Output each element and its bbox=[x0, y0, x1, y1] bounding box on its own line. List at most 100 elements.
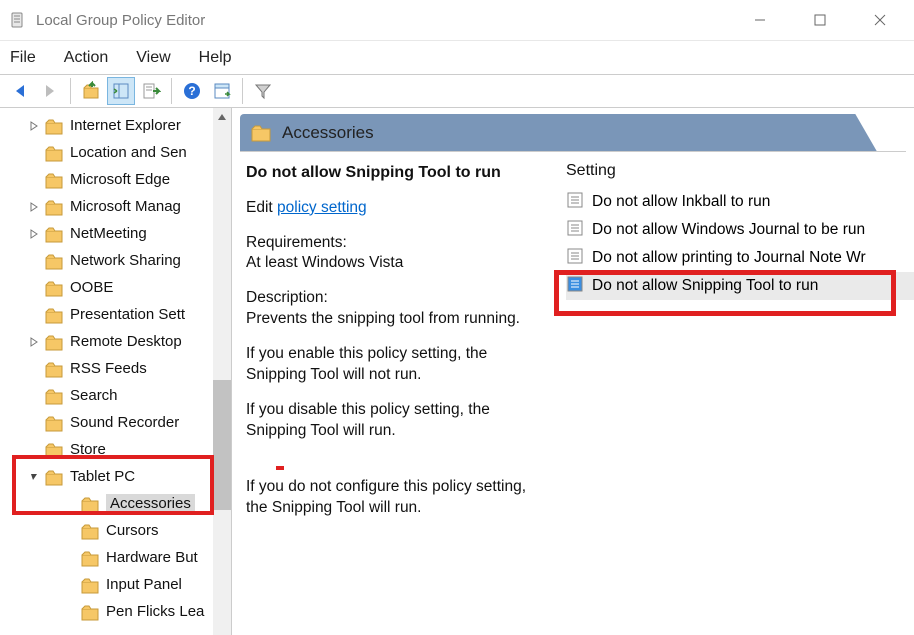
separator bbox=[242, 78, 243, 104]
expander-icon[interactable] bbox=[26, 199, 42, 215]
show-hide-tree-button[interactable] bbox=[107, 77, 135, 105]
tree-item-label: Sound Recorder bbox=[70, 414, 179, 431]
folder-icon bbox=[44, 170, 64, 190]
cursor-indicator bbox=[276, 466, 284, 470]
tree-item[interactable]: Location and Sen bbox=[0, 139, 231, 166]
setting-row[interactable]: Do not allow Snipping Tool to run bbox=[566, 272, 914, 300]
folder-icon bbox=[44, 359, 64, 379]
folder-icon bbox=[44, 440, 64, 460]
tree-item[interactable]: Network Sharing bbox=[0, 247, 231, 274]
minimize-button[interactable] bbox=[730, 0, 790, 40]
setting-row[interactable]: Do not allow Windows Journal to be run bbox=[566, 216, 914, 244]
desc-text: If you disable this policy setting, the … bbox=[246, 400, 550, 442]
tree-item[interactable]: Internet Explorer bbox=[0, 112, 231, 139]
up-one-level-button[interactable] bbox=[77, 77, 105, 105]
column-header-setting[interactable]: Setting bbox=[566, 162, 914, 188]
tree-item-label: Tablet PC bbox=[70, 468, 135, 485]
edit-prefix: Edit bbox=[246, 199, 273, 216]
tree-item-label: Network Sharing bbox=[70, 252, 181, 269]
tree-item[interactable]: Microsoft Edge bbox=[0, 166, 231, 193]
tree-item-label: OOBE bbox=[70, 279, 113, 296]
svg-text:?: ? bbox=[188, 84, 195, 98]
expander-icon[interactable] bbox=[26, 226, 42, 242]
tree-item-label: Microsoft Manag bbox=[70, 198, 181, 215]
menu-action[interactable]: Action bbox=[64, 49, 108, 67]
forward-button[interactable] bbox=[36, 77, 64, 105]
tree-item[interactable]: Pen Flicks Lea bbox=[0, 598, 231, 625]
expander-icon[interactable] bbox=[26, 469, 42, 485]
tree-item[interactable]: Presentation Sett bbox=[0, 301, 231, 328]
expander-icon[interactable] bbox=[26, 361, 42, 377]
desc-text: Prevents the snipping tool from running. bbox=[246, 310, 520, 327]
setting-row[interactable]: Do not allow printing to Journal Note Wr bbox=[566, 244, 914, 272]
tree-item[interactable]: Remote Desktop bbox=[0, 328, 231, 355]
tree-item-label: Remote Desktop bbox=[70, 333, 182, 350]
folder-icon bbox=[44, 116, 64, 136]
edit-policy-link[interactable]: policy setting bbox=[277, 199, 367, 216]
folder-icon bbox=[44, 197, 64, 217]
setting-label: Do not allow Snipping Tool to run bbox=[592, 277, 818, 295]
tree-item-label: RSS Feeds bbox=[70, 360, 147, 377]
expander-icon[interactable] bbox=[26, 145, 42, 161]
folder-icon bbox=[80, 602, 100, 622]
tree-item-label: Store bbox=[70, 441, 106, 458]
tree-item[interactable]: NetMeeting bbox=[0, 220, 231, 247]
tree-item-label: Input Panel bbox=[106, 576, 182, 593]
scroll-thumb[interactable] bbox=[213, 380, 231, 510]
expander-icon[interactable] bbox=[26, 415, 42, 431]
expander-icon[interactable] bbox=[26, 442, 42, 458]
tree-item[interactable]: Store bbox=[0, 436, 231, 463]
folder-icon bbox=[44, 305, 64, 325]
toolbar: ? bbox=[0, 74, 914, 108]
tree-item[interactable]: Input Panel bbox=[0, 571, 231, 598]
menu-file[interactable]: File bbox=[10, 49, 36, 67]
expander-icon[interactable] bbox=[26, 334, 42, 350]
expander-icon[interactable] bbox=[26, 388, 42, 404]
desc-text: If you do not configure this policy sett… bbox=[246, 477, 550, 519]
tree-pane: Internet ExplorerLocation and Sen Microso… bbox=[0, 108, 232, 635]
setting-description-pane: Do not allow Snipping Tool to run Edit p… bbox=[246, 162, 560, 635]
folder-icon bbox=[44, 386, 64, 406]
tree-item-label: Microsoft Edge bbox=[70, 171, 170, 188]
scroll-up-icon[interactable] bbox=[213, 108, 231, 126]
content-header-label: Accessories bbox=[282, 123, 374, 143]
setting-label: Do not allow Inkball to run bbox=[592, 193, 770, 211]
expander-icon[interactable] bbox=[26, 253, 42, 269]
tree-item[interactable]: Tablet PC bbox=[0, 463, 231, 490]
tree-item[interactable]: Hardware But bbox=[0, 544, 231, 571]
content-pane: Accessories Do not allow Snipping Tool t… bbox=[232, 108, 914, 635]
expander-icon[interactable] bbox=[26, 172, 42, 188]
tree-item[interactable]: Microsoft Manag bbox=[0, 193, 231, 220]
tree-item[interactable]: Cursors bbox=[0, 517, 231, 544]
tree-item[interactable]: Search bbox=[0, 382, 231, 409]
close-button[interactable] bbox=[850, 0, 910, 40]
folder-icon bbox=[80, 575, 100, 595]
tree-item[interactable]: OOBE bbox=[0, 274, 231, 301]
req-value: At least Windows Vista bbox=[246, 254, 403, 271]
tree-item[interactable]: Accessories bbox=[0, 490, 231, 517]
tree-scrollbar[interactable] bbox=[213, 108, 231, 635]
help-button[interactable]: ? bbox=[178, 77, 206, 105]
tree-item-label: Cursors bbox=[106, 522, 159, 539]
desc-label: Description: bbox=[246, 289, 328, 306]
app-icon bbox=[8, 10, 28, 30]
menu-view[interactable]: View bbox=[136, 49, 170, 67]
menu-help[interactable]: Help bbox=[199, 49, 232, 67]
setting-row[interactable]: Do not allow Inkball to run bbox=[566, 188, 914, 216]
expander-icon[interactable] bbox=[26, 280, 42, 296]
separator bbox=[70, 78, 71, 104]
maximize-button[interactable] bbox=[790, 0, 850, 40]
folder-icon bbox=[80, 494, 100, 514]
tree-item[interactable]: RSS Feeds bbox=[0, 355, 231, 382]
policy-icon bbox=[566, 191, 584, 214]
expander-icon[interactable] bbox=[26, 118, 42, 134]
back-button[interactable] bbox=[6, 77, 34, 105]
tree-item-label: Hardware But bbox=[106, 549, 198, 566]
export-list-button[interactable] bbox=[137, 77, 165, 105]
filter-button[interactable] bbox=[249, 77, 277, 105]
main-area: Internet ExplorerLocation and Sen Microso… bbox=[0, 108, 914, 635]
tree-item[interactable]: Sound Recorder bbox=[0, 409, 231, 436]
expander-icon[interactable] bbox=[26, 307, 42, 323]
properties-button[interactable] bbox=[208, 77, 236, 105]
tree-item-label: Search bbox=[70, 387, 118, 404]
